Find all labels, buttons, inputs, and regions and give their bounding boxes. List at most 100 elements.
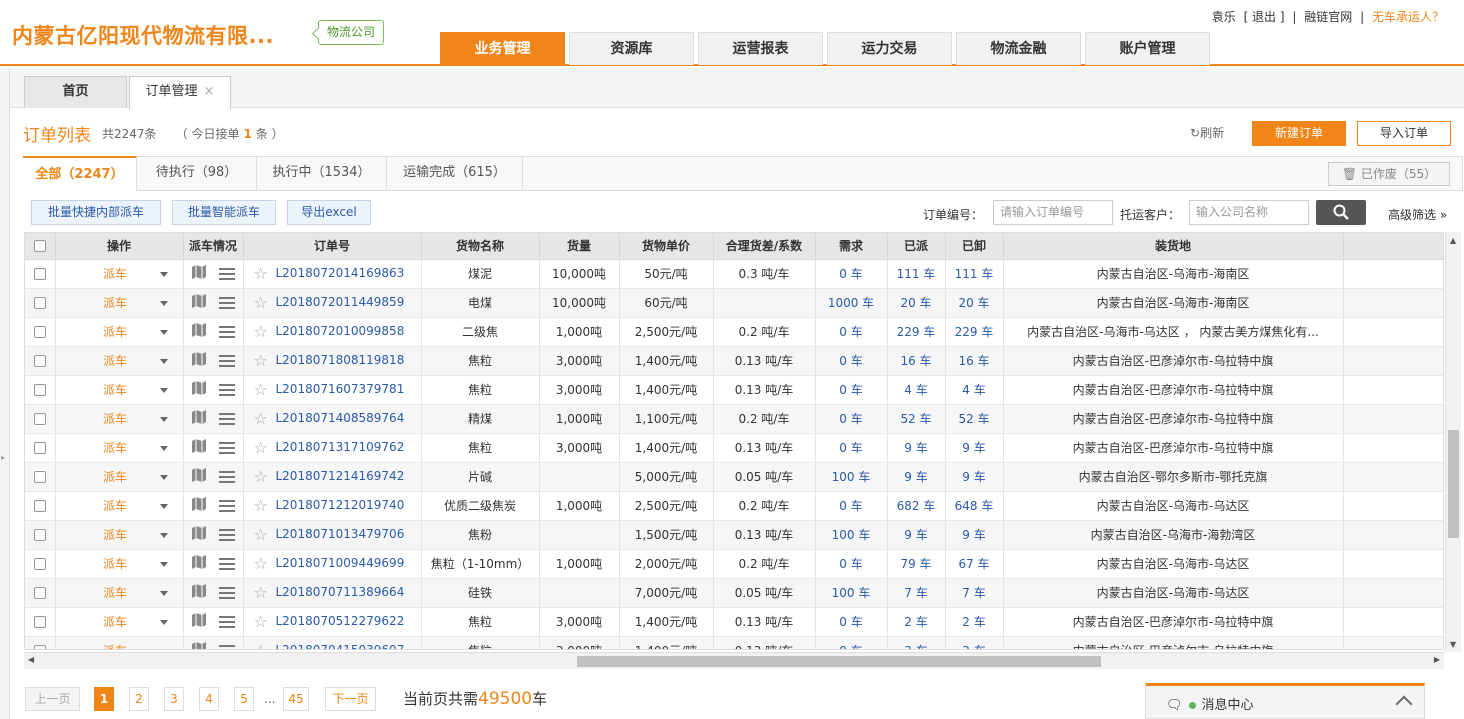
scroll-thumb[interactable]: [1448, 430, 1459, 538]
unloaded-cell[interactable]: 2 车: [945, 607, 1004, 637]
dispatch-cell[interactable]: 派车: [55, 375, 184, 405]
dispatch-button[interactable]: 派车: [70, 352, 160, 369]
star-icon[interactable]: ☆: [254, 496, 268, 515]
chevron-down-icon[interactable]: [160, 272, 168, 277]
table-row[interactable]: 派车 ☆ L2018070711389664 硅铁 7,000元/吨 0.05 吨/车…: [25, 578, 1443, 608]
dispatched-cell[interactable]: 16 车: [887, 346, 946, 376]
row-checkbox-cell[interactable]: [25, 520, 56, 550]
dispatched-cell[interactable]: 7 车: [887, 578, 946, 608]
order-no-cell[interactable]: ☆ L2018072010099858: [243, 317, 422, 347]
row-checkbox-cell[interactable]: [25, 317, 56, 347]
map-icon[interactable]: [191, 613, 207, 630]
scroll-down-icon[interactable]: ▼: [1450, 640, 1456, 649]
table-row[interactable]: 派车 ☆ L2018071808119818 焦粒 3,000吨 1,400元/吨 0.…: [25, 346, 1443, 376]
dispatch-button[interactable]: 派车: [70, 439, 160, 456]
map-icon[interactable]: [191, 323, 207, 340]
order-no-cell[interactable]: ☆ L2018070711389664: [243, 578, 422, 608]
star-icon[interactable]: ☆: [254, 641, 268, 649]
demand-cell[interactable]: 0 车: [815, 549, 888, 579]
order-no-cell[interactable]: ☆ L2018071607379781: [243, 375, 422, 405]
star-icon[interactable]: ☆: [254, 554, 268, 573]
cancelled-orders-button[interactable]: 🗑 已作废（55）: [1328, 162, 1450, 186]
dispatched-cell[interactable]: 20 车: [887, 288, 946, 318]
nav-account-management[interactable]: 账户管理: [1085, 32, 1210, 65]
row-checkbox-cell[interactable]: [25, 259, 56, 289]
unloaded-cell[interactable]: 67 车: [945, 549, 1004, 579]
order-no-cell[interactable]: ☆ L2018071408589764: [243, 404, 422, 434]
dispatched-cell[interactable]: 111 车: [887, 259, 946, 289]
dispatch-cell[interactable]: 派车: [55, 317, 184, 347]
row-checkbox[interactable]: [33, 558, 46, 570]
unloaded-cell[interactable]: 229 车: [945, 317, 1004, 347]
star-icon[interactable]: ☆: [254, 438, 268, 457]
dispatch-button[interactable]: 派车: [70, 497, 160, 514]
list-icon[interactable]: [218, 296, 235, 309]
chevron-down-icon[interactable]: [160, 417, 168, 422]
map-icon[interactable]: [191, 381, 207, 398]
export-excel-button[interactable]: 导出excel: [287, 200, 371, 225]
chevron-up-icon[interactable]: [1395, 695, 1413, 713]
demand-cell[interactable]: 0 车: [815, 375, 888, 405]
dispatched-cell[interactable]: 4 车: [887, 375, 946, 405]
dispatch-cell[interactable]: 派车: [55, 491, 184, 521]
sidebar-collapse-handle[interactable]: ▸: [0, 68, 10, 719]
row-checkbox[interactable]: [33, 268, 46, 280]
order-no-cell[interactable]: ☆ L2018072011449859: [243, 288, 422, 318]
order-no-cell[interactable]: ☆ L2018071013479706: [243, 520, 422, 550]
order-no-link[interactable]: L2018071408589764: [275, 411, 404, 425]
list-icon[interactable]: [218, 528, 235, 541]
advanced-filter-link[interactable]: 高级筛选 »: [1388, 206, 1447, 223]
dispatched-cell[interactable]: 52 车: [887, 404, 946, 434]
dispatch-button[interactable]: 派车: [70, 410, 160, 427]
unloaded-cell[interactable]: 7 车: [945, 578, 1004, 608]
dispatch-cell[interactable]: 派车: [55, 520, 184, 550]
row-checkbox-cell[interactable]: [25, 578, 56, 608]
list-icon[interactable]: [218, 499, 235, 512]
list-icon[interactable]: [218, 615, 235, 628]
order-no-link[interactable]: L2018071013479706: [275, 527, 404, 541]
dispatch-cell[interactable]: 派车: [55, 549, 184, 579]
order-no-cell[interactable]: ☆ L2018071317109762: [243, 433, 422, 463]
table-row[interactable]: 派车 ☆ L2018071317109762 焦粒 3,000吨 1,400元/吨 0.…: [25, 433, 1443, 463]
page-last[interactable]: 45: [283, 687, 309, 711]
close-icon[interactable]: ×: [204, 84, 215, 99]
table-row[interactable]: 派车 ☆ L2018072010099858 二级焦 1,000吨 2,500元/吨 0…: [25, 317, 1443, 347]
star-icon[interactable]: ☆: [254, 409, 268, 428]
table-row[interactable]: 派车 ☆ L2018071607379781 焦粒 3,000吨 1,400元/吨 0.…: [25, 375, 1443, 405]
demand-cell[interactable]: 0 车: [815, 636, 888, 649]
star-icon[interactable]: ☆: [254, 583, 268, 602]
dispatch-cell[interactable]: 派车: [55, 346, 184, 376]
map-icon[interactable]: [191, 497, 207, 514]
demand-cell[interactable]: 100 车: [815, 578, 888, 608]
dispatched-cell[interactable]: 79 车: [887, 549, 946, 579]
table-row[interactable]: 派车 ☆ L2018070415039607焦粒3,000吨1,400元/吨0.…: [25, 636, 1443, 649]
order-no-link[interactable]: L2018070415039607: [275, 643, 404, 649]
tab-completed[interactable]: 运输完成（615）: [387, 156, 523, 191]
list-icon[interactable]: [218, 383, 235, 396]
order-no-link[interactable]: L2018071214169742: [275, 469, 404, 483]
map-icon[interactable]: [191, 265, 207, 282]
select-all-header[interactable]: [25, 233, 56, 260]
tab-home[interactable]: 首页: [24, 76, 127, 108]
dispatched-cell[interactable]: 9 车: [887, 433, 946, 463]
chevron-down-icon[interactable]: [160, 504, 168, 509]
list-icon[interactable]: [218, 325, 235, 338]
table-row[interactable]: 派车 ☆ L2018071408589764 精煤 1,000吨 1,100元/吨 0.…: [25, 404, 1443, 434]
order-no-link[interactable]: L2018070512279622: [275, 614, 404, 628]
order-no-link[interactable]: L2018072011449859: [275, 295, 404, 309]
dispatch-cell[interactable]: 派车: [55, 578, 184, 608]
chevron-down-icon[interactable]: [160, 446, 168, 451]
dispatch-button[interactable]: 派车: [70, 555, 160, 572]
chevron-down-icon[interactable]: [160, 620, 168, 625]
horizontal-scrollbar[interactable]: ◀ ▶: [24, 652, 1444, 669]
dispatch-cell[interactable]: 派车: [55, 607, 184, 637]
prev-page-button[interactable]: 上一页: [25, 687, 80, 711]
row-checkbox-cell[interactable]: [25, 607, 56, 637]
dispatch-button[interactable]: 派车: [70, 526, 160, 543]
dispatched-cell[interactable]: 3 车: [887, 636, 946, 649]
demand-cell[interactable]: 100 车: [815, 462, 888, 492]
map-icon[interactable]: [191, 439, 207, 456]
order-no-cell[interactable]: ☆ L2018071214169742: [243, 462, 422, 492]
dispatch-cell[interactable]: 派车: [55, 433, 184, 463]
chevron-down-icon[interactable]: [160, 330, 168, 335]
